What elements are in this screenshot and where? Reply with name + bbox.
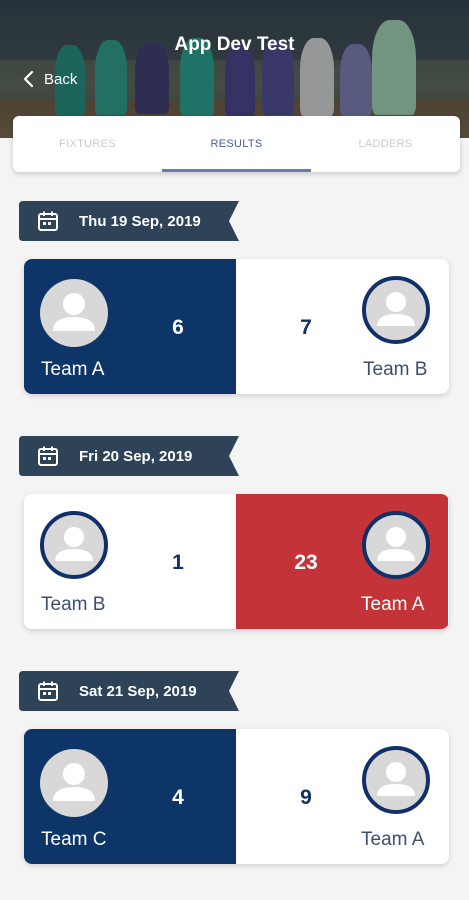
result-card[interactable]: 6 Team A 7 Team B [24,259,449,394]
user-icon [55,527,93,561]
team-avatar [40,511,108,579]
away-team-name: Team B [363,359,428,380]
away-score: 7 [300,316,312,339]
tab-bar: FIXTURES RESULTS LADDERS [13,116,460,172]
home-team-panel: 1 Team B [24,494,236,629]
date-banner: Thu 19 Sep, 2019 [19,201,239,241]
home-score: 4 [172,786,184,809]
date-banner: Fri 20 Sep, 2019 [19,436,239,476]
date-banner: Sat 21 Sep, 2019 [19,671,239,711]
team-avatar [40,279,108,347]
user-icon [377,762,415,796]
home-team-name: Team B [41,594,106,615]
tab-results[interactable]: RESULTS [162,116,311,172]
home-score: 1 [172,551,184,574]
team-avatar [362,511,430,579]
away-score: 23 [294,551,318,574]
tab-fixtures[interactable]: FIXTURES [13,116,162,172]
away-team-panel: 7 Team B [236,259,448,394]
home-team-name: Team C [41,829,107,850]
team-avatar [362,276,430,344]
away-team-name: Team A [361,829,425,850]
team-avatar [40,749,108,817]
user-icon [53,763,95,801]
back-label: Back [44,70,78,88]
chevron-left-icon [23,70,34,88]
home-team-name: Team A [41,359,105,380]
home-team-panel: 6 Team A [24,259,236,394]
away-score: 9 [300,786,312,809]
tab-ladders[interactable]: LADDERS [311,116,460,172]
match-date: Sat 21 Sep, 2019 [79,682,197,700]
result-card[interactable]: 1 Team B 23 Team A [24,494,449,629]
match-date: Fri 20 Sep, 2019 [79,447,193,465]
user-icon [377,527,415,561]
user-icon [53,293,95,331]
page-title: App Dev Test [174,34,295,55]
match-date: Thu 19 Sep, 2019 [79,212,201,230]
home-score: 6 [172,316,184,339]
away-team-name: Team A [361,594,425,615]
home-team-panel: 4 Team C [24,729,236,864]
calendar-icon [38,446,58,466]
team-avatar [362,746,430,814]
calendar-icon [38,211,58,231]
result-card[interactable]: 4 Team C 9 Team A [24,729,449,864]
user-icon [377,292,415,326]
away-team-panel: 23 Team A [236,494,448,629]
away-team-panel: 9 Team A [236,729,448,864]
back-button[interactable]: Back [22,70,77,88]
calendar-icon [38,681,58,701]
